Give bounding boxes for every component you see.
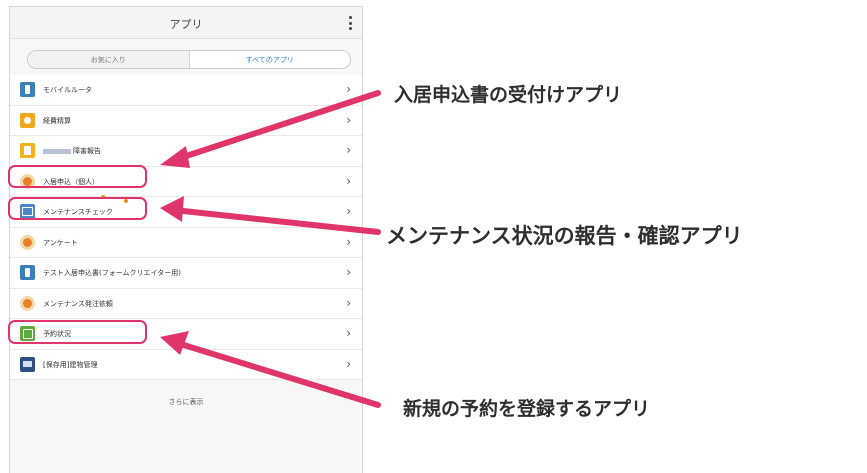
callout-maintenance-app: メンテナンス状況の報告・確認アプリ [386, 224, 743, 248]
arrow-move-in-head [160, 146, 190, 168]
callout-reservation-app: 新規の予約を登録するアプリ [403, 398, 651, 420]
arrow-maintenance [171, 207, 381, 235]
arrow-reservation [171, 339, 381, 408]
callout-move-in-app: 入居申込書の受付けアプリ [394, 84, 623, 106]
arrow-move-in [171, 90, 381, 163]
arrow-maintenance-head [160, 196, 184, 222]
